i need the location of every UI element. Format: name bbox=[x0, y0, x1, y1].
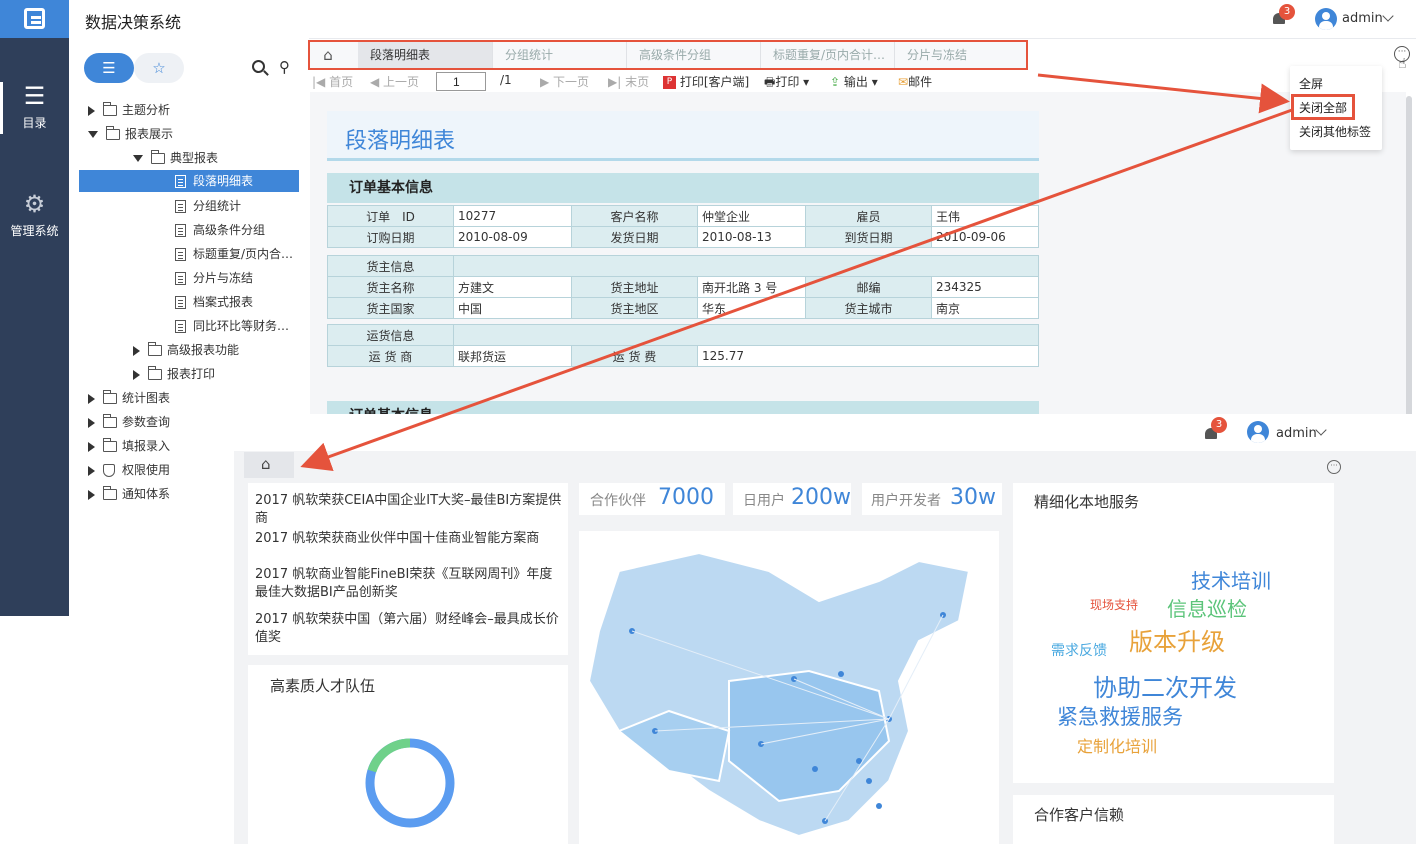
arrow-to-result bbox=[300, 108, 1293, 471]
arrow-to-menu bbox=[1037, 73, 1290, 114]
annotation-arrows bbox=[300, 73, 1293, 471]
